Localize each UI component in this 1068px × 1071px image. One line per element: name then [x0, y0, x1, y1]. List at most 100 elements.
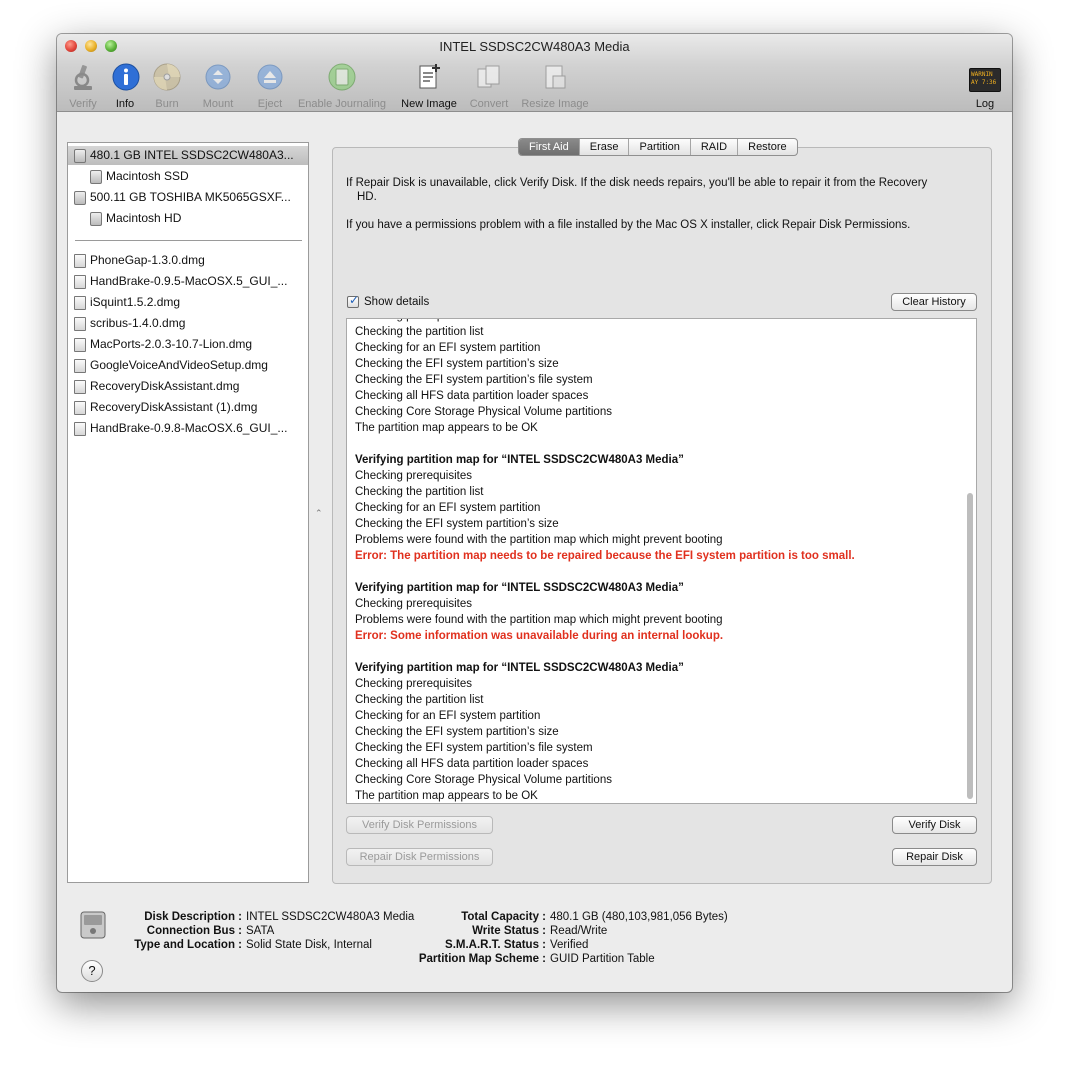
log-line: Problems were found with the partition m… [355, 614, 723, 626]
disk-image-icon [74, 275, 86, 289]
log-line: Checking all HFS data partition loader s… [355, 758, 589, 770]
new-image-icon [419, 64, 440, 89]
disk-image-icon [74, 422, 86, 436]
log-line: Checking the partition list [355, 326, 484, 338]
toolbar: INTEL SSDSC2CW480A3 Media Verify Info Bu… [57, 34, 1012, 112]
log-line: Checking the EFI system partition’s size [355, 358, 559, 370]
convert-button[interactable]: Convert [466, 62, 512, 110]
verify-button[interactable]: Verify [65, 62, 101, 110]
tab-erase[interactable]: Erase [578, 139, 629, 155]
info-icon [112, 63, 140, 91]
sidebar-item-label: RecoveryDiskAssistant.dmg [90, 379, 240, 393]
tab-first-aid[interactable]: First Aid [519, 139, 579, 155]
log-error-line: Error: The partition map needs to be rep… [355, 550, 855, 562]
log-button[interactable]: WARNIN AY 7:36 Log [967, 62, 1003, 110]
disk-image-icon [74, 359, 86, 373]
volume-icon [90, 170, 102, 184]
burn-disc-icon [153, 63, 181, 91]
sidebar-item-label: GoogleVoiceAndVideoSetup.dmg [90, 358, 268, 372]
disk-sidebar: 480.1 GB INTEL SSDSC2CW480A3... Macintosh… [67, 142, 309, 883]
sidebar-image-item[interactable]: scribus-1.4.0.dmg [68, 314, 308, 333]
sidebar-image-item[interactable]: HandBrake-0.9.8-MacOSX.6_GUI_... [68, 419, 308, 438]
log-line: Checking prerequisites [355, 470, 472, 482]
log-line: Checking the EFI system partition’s size [355, 518, 559, 530]
mount-button[interactable]: Mount [199, 62, 237, 110]
sidebar-item-label: RecoveryDiskAssistant (1).dmg [90, 400, 258, 414]
sidebar-item-label: Macintosh HD [106, 211, 182, 225]
log-line: Checking Core Storage Physical Volume pa… [355, 406, 612, 418]
log-line: Problems were found with the partition m… [355, 534, 723, 546]
log-heading-line: Verifying partition map for “INTEL SSDSC… [355, 454, 684, 466]
sidebar-item-label: 480.1 GB INTEL SSDSC2CW480A3... [90, 148, 294, 162]
log-line: Checking the EFI system partition’s file… [355, 374, 593, 386]
info-button[interactable]: Info [111, 62, 140, 110]
disk-info-value: Read/Write [550, 925, 608, 937]
sidebar-item-label: 500.11 GB TOSHIBA MK5065GSXF... [90, 190, 291, 204]
disk-info-label: Type and Location : [134, 939, 242, 951]
microscope-icon [74, 65, 92, 90]
log-line: Checking the EFI system partition’s file… [355, 742, 593, 754]
enable-journaling-button[interactable]: Enable Journaling [295, 62, 389, 110]
mount-icon [205, 64, 231, 90]
verify-disk-permissions-button[interactable]: Verify Disk Permissions [346, 816, 493, 834]
sidebar-image-item[interactable]: iSquint1.5.2.dmg [68, 293, 308, 312]
eject-icon [257, 64, 283, 90]
disk-info-value: Solid State Disk, Internal [246, 939, 372, 951]
log-heading-line: Verifying partition map for “INTEL SSDSC… [355, 662, 684, 674]
eject-button[interactable]: Eject [253, 62, 287, 110]
log-scroll-thumb[interactable] [967, 493, 973, 799]
disk-info-value: INTEL SSDSC2CW480A3 Media [246, 911, 415, 923]
clear-history-button[interactable]: Clear History [891, 293, 977, 311]
verify-disk-button[interactable]: Verify Disk [892, 816, 977, 834]
sidebar-item-label: HandBrake-0.9.5-MacOSX.5_GUI_... [90, 274, 288, 288]
disk-info-value: GUID Partition Table [550, 953, 655, 965]
sidebar-disk-item[interactable]: 500.11 GB TOSHIBA MK5065GSXF... [68, 188, 308, 207]
log-line: The partition map appears to be OK [355, 422, 538, 434]
tab-restore[interactable]: Restore [737, 139, 797, 155]
log-line: Checking for an EFI system partition [355, 710, 541, 722]
sidebar-image-item[interactable]: HandBrake-0.9.5-MacOSX.5_GUI_... [68, 272, 308, 291]
burn-button[interactable]: Burn [151, 62, 183, 110]
log-console-icon: WARNIN AY 7:36 [969, 68, 1001, 92]
log-line: Checking the partition list [355, 694, 484, 706]
log-line: Checking Core Storage Physical Volume pa… [355, 774, 612, 786]
sidebar-separator [75, 240, 302, 241]
sidebar-image-item[interactable]: GoogleVoiceAndVideoSetup.dmg [68, 356, 308, 375]
disk-info-label: S.M.A.R.T. Status : [445, 939, 546, 951]
log-line: Checking prerequisites [355, 598, 472, 610]
sidebar-disk-item[interactable]: 480.1 GB INTEL SSDSC2CW480A3... [68, 146, 308, 165]
disk-info-value: 480.1 GB (480,103,981,056 Bytes) [550, 911, 728, 923]
tab-partition[interactable]: Partition [628, 139, 689, 155]
first-aid-log: Checking prerequisites Checking the parti… [346, 318, 977, 804]
disk-icon [74, 149, 86, 163]
new-image-button[interactable]: New Image [398, 62, 460, 110]
log-line: Checking prerequisites [355, 678, 472, 690]
sidebar-image-item[interactable]: MacPorts-2.0.3-10.7-Lion.dmg [68, 335, 308, 354]
sidebar-image-item[interactable]: PhoneGap-1.3.0.dmg [68, 251, 308, 270]
volume-icon [90, 212, 102, 226]
intro-text-2: If you have a permissions problem with a… [346, 219, 911, 231]
sidebar-disk-item[interactable]: Macintosh SSD [68, 167, 308, 186]
sidebar-item-label: PhoneGap-1.3.0.dmg [90, 253, 205, 267]
show-details-label[interactable]: Show details [364, 296, 429, 308]
sidebar-item-label: scribus-1.4.0.dmg [90, 316, 186, 330]
disk-icon [74, 191, 86, 205]
sidebar-image-item[interactable]: RecoveryDiskAssistant.dmg [68, 377, 308, 396]
sidebar-item-label: Macintosh SSD [106, 169, 189, 183]
sidebar-disk-item[interactable]: Macintosh HD [68, 209, 308, 228]
convert-icon [477, 65, 500, 88]
help-button[interactable]: ? [81, 960, 103, 982]
intro-text-1-cont: HD. [357, 191, 377, 203]
disk-image-icon [74, 254, 86, 268]
sidebar-image-item[interactable]: RecoveryDiskAssistant (1).dmg [68, 398, 308, 417]
tab-raid[interactable]: RAID [689, 139, 737, 155]
repair-disk-button[interactable]: Repair Disk [892, 848, 977, 866]
resize-image-icon [545, 65, 566, 89]
split-view-handle[interactable]: ⌃ [315, 508, 323, 519]
tab-bar: First Aid Erase Partition RAID Restore [518, 138, 798, 156]
repair-disk-permissions-button[interactable]: Repair Disk Permissions [346, 848, 493, 866]
resize-image-button[interactable]: Resize Image [518, 62, 592, 110]
ssd-drive-icon [80, 911, 106, 939]
disk-info-label: Connection Bus : [146, 925, 242, 937]
show-details-checkbox[interactable]: ✓ [347, 293, 359, 308]
